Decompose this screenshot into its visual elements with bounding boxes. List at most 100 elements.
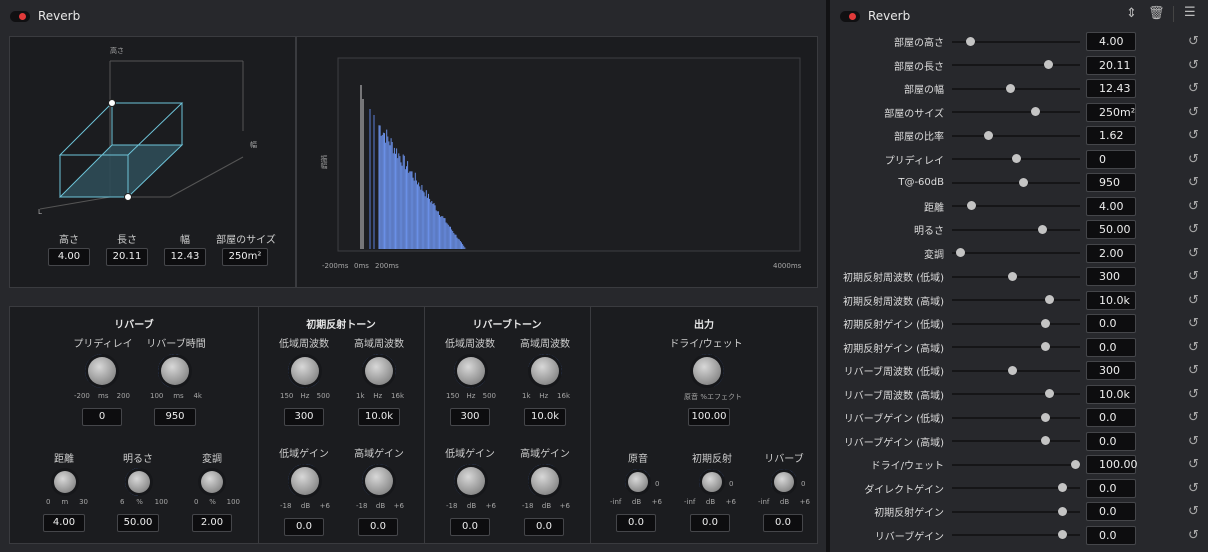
param-value[interactable]: 0.0 <box>1086 431 1136 451</box>
param-slider[interactable] <box>952 412 1080 422</box>
early-out-value[interactable]: 0.0 <box>690 514 730 532</box>
reset-icon[interactable]: ↺ <box>1188 387 1199 402</box>
reset-icon[interactable]: ↺ <box>1188 152 1199 167</box>
param-slider[interactable] <box>952 342 1080 351</box>
early-lowfreq-knob[interactable] <box>291 357 319 385</box>
slider-thumb[interactable] <box>1011 154 1021 163</box>
early-highfreq-value[interactable]: 10.0k <box>358 408 400 426</box>
reverb-time-knob[interactable] <box>161 357 189 385</box>
param-slider[interactable] <box>952 506 1080 516</box>
slider-thumb[interactable] <box>1041 412 1051 422</box>
param-value[interactable]: 4.00 <box>1086 196 1136 216</box>
param-value[interactable]: 0.0 <box>1086 502 1136 521</box>
slider-thumb[interactable] <box>1030 107 1040 116</box>
param-value[interactable]: 0.0 <box>1086 314 1136 333</box>
param-slider[interactable] <box>952 107 1080 116</box>
reset-icon[interactable]: ↺ <box>1188 199 1199 214</box>
reset-icon[interactable]: ↺ <box>1188 340 1199 355</box>
param-value[interactable]: 4.00 <box>1086 32 1136 51</box>
expand-icon[interactable]: ⇕ <box>1126 6 1137 21</box>
slider-thumb[interactable] <box>966 36 976 46</box>
reset-icon[interactable]: ↺ <box>1188 246 1199 261</box>
reset-icon[interactable]: ↺ <box>1188 457 1199 472</box>
inspector-enable-toggle[interactable] <box>840 10 860 22</box>
reverb-out-knob[interactable] <box>774 472 794 492</box>
param-slider[interactable] <box>952 271 1080 281</box>
param-slider[interactable] <box>952 295 1080 304</box>
param-slider[interactable] <box>952 365 1080 375</box>
reset-icon[interactable]: ↺ <box>1188 175 1199 190</box>
reset-icon[interactable]: ↺ <box>1188 293 1199 308</box>
slider-thumb[interactable] <box>1041 342 1051 351</box>
slider-thumb[interactable] <box>1044 295 1054 304</box>
reset-icon[interactable]: ↺ <box>1188 528 1199 543</box>
reset-icon[interactable]: ↺ <box>1188 222 1199 237</box>
reset-icon[interactable]: ↺ <box>1188 481 1199 496</box>
param-value[interactable]: 10.0k <box>1086 290 1136 310</box>
height-handle[interactable] <box>108 99 116 107</box>
reset-icon[interactable]: ↺ <box>1188 81 1199 96</box>
slider-thumb[interactable] <box>1041 318 1051 328</box>
early-highgain-value[interactable]: 0.0 <box>358 518 398 536</box>
reverb-out-value[interactable]: 0.0 <box>763 514 803 532</box>
height-value[interactable]: 4.00 <box>48 248 90 266</box>
param-slider[interactable] <box>952 154 1080 163</box>
slider-thumb[interactable] <box>1037 224 1047 234</box>
drywet-knob[interactable] <box>693 357 721 385</box>
reset-icon[interactable]: ↺ <box>1188 269 1199 284</box>
brightness-knob[interactable] <box>128 471 150 493</box>
slider-thumb[interactable] <box>1057 506 1067 516</box>
slider-thumb[interactable] <box>1007 271 1017 281</box>
param-value[interactable]: 100.00 <box>1086 455 1138 474</box>
early-lowgain-value[interactable]: 0.0 <box>284 518 324 536</box>
param-slider[interactable] <box>952 224 1080 234</box>
reset-icon[interactable]: ↺ <box>1188 105 1199 120</box>
distance-value[interactable]: 4.00 <box>43 514 85 532</box>
slider-thumb[interactable] <box>1057 530 1067 539</box>
tail-highgain-value[interactable]: 0.0 <box>524 518 564 536</box>
slider-thumb[interactable] <box>1044 389 1054 398</box>
param-value[interactable]: 0.0 <box>1086 408 1136 427</box>
early-lowfreq-value[interactable]: 300 <box>284 408 324 426</box>
slider-thumb[interactable] <box>1018 177 1028 187</box>
slider-thumb[interactable] <box>967 201 977 210</box>
width-value[interactable]: 12.43 <box>164 248 206 266</box>
param-value[interactable]: 20.11 <box>1086 55 1136 75</box>
slider-thumb[interactable] <box>1043 60 1053 69</box>
reset-icon[interactable]: ↺ <box>1188 316 1199 331</box>
param-value[interactable]: 0.0 <box>1086 337 1136 357</box>
param-value[interactable]: 0 <box>1086 149 1136 169</box>
param-slider[interactable] <box>952 201 1080 210</box>
tail-lowfreq-value[interactable]: 300 <box>450 408 490 426</box>
reset-icon[interactable]: ↺ <box>1188 410 1199 425</box>
param-slider[interactable] <box>952 130 1080 140</box>
size-handle[interactable] <box>124 193 132 201</box>
slider-thumb[interactable] <box>1007 365 1017 375</box>
predelay-value[interactable]: 0 <box>82 408 122 426</box>
slider-thumb[interactable] <box>1057 483 1067 492</box>
early-highfreq-knob[interactable] <box>365 357 393 385</box>
param-slider[interactable] <box>952 248 1080 257</box>
tail-highfreq-value[interactable]: 10.0k <box>524 408 566 426</box>
param-slider[interactable] <box>952 83 1080 93</box>
reset-icon[interactable]: ↺ <box>1188 363 1199 378</box>
modulation-value[interactable]: 2.00 <box>192 514 232 532</box>
param-slider[interactable] <box>952 530 1080 539</box>
reset-icon[interactable]: ↺ <box>1188 504 1199 519</box>
reverb-time-value[interactable]: 950 <box>154 408 196 426</box>
direct-value[interactable]: 0.0 <box>616 514 656 532</box>
brightness-value[interactable]: 50.00 <box>117 514 159 532</box>
param-slider[interactable] <box>952 459 1080 469</box>
param-slider[interactable] <box>952 177 1080 187</box>
reset-icon[interactable]: ↺ <box>1188 434 1199 449</box>
param-slider[interactable] <box>952 389 1080 398</box>
predelay-knob[interactable] <box>88 357 116 385</box>
param-value[interactable]: 50.00 <box>1086 220 1136 239</box>
early-highgain-knob[interactable] <box>365 467 393 495</box>
length-value[interactable]: 20.11 <box>106 248 148 266</box>
reset-icon[interactable]: ↺ <box>1188 34 1199 49</box>
param-value[interactable]: 2.00 <box>1086 243 1136 263</box>
slider-thumb[interactable] <box>984 130 994 140</box>
param-slider[interactable] <box>952 436 1080 445</box>
drywet-value[interactable]: 100.00 <box>688 408 730 426</box>
